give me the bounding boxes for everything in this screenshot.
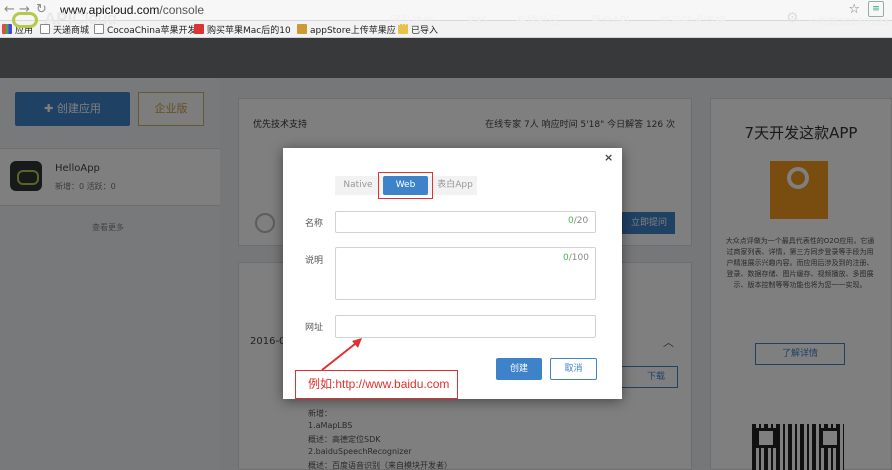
close-icon[interactable]: ×: [604, 151, 613, 164]
bookmarks-bar: 应用 天递商城 CocoaChina苹果开发 购买苹果Mac后的10 appSt…: [0, 21, 892, 38]
description-char-counter: 0/100: [563, 253, 589, 263]
browser-url-bar: ← → ↻ www.apicloud.com/console ☆ ≡: [0, 0, 892, 21]
url-example-hint: 例如:http://www.baidu.com: [295, 370, 458, 399]
nav-priority-support[interactable]: 优先技术支持: [660, 12, 726, 28]
bookmark-item[interactable]: 购买苹果Mac后的10: [194, 23, 291, 36]
description-field[interactable]: [335, 247, 596, 300]
nav-community[interactable]: 在线社区: [516, 12, 560, 28]
site-favicon-icon: [194, 24, 204, 34]
annotation-arrow-icon: [321, 338, 362, 371]
url-field[interactable]: [335, 315, 596, 338]
nav-docs[interactable]: 文档: [465, 12, 487, 28]
apps-grid-icon: [2, 24, 12, 34]
description-label: 说明: [305, 256, 324, 266]
apicloud-logo-icon: [12, 12, 38, 28]
brand-logo[interactable]: APICloud: [44, 9, 117, 29]
gear-icon[interactable]: ⚙: [786, 10, 799, 26]
cancel-button[interactable]: 取消: [550, 358, 597, 380]
name-char-counter: 0/20: [568, 216, 589, 226]
site-favicon-icon: [297, 24, 307, 34]
tab-confession-app[interactable]: 表白App: [434, 176, 476, 195]
user-menu[interactable]: 小蚂蚁20160723: [808, 13, 889, 28]
bookmark-item[interactable]: appStore上传苹果应: [297, 23, 396, 36]
tab-native[interactable]: Native: [339, 176, 377, 195]
url-label: 网址: [305, 323, 324, 333]
highlight-outline: [378, 172, 433, 199]
name-field[interactable]: [335, 211, 596, 233]
nav-aggregate-api[interactable]: 聚合API: [590, 12, 629, 28]
name-label: 名称: [305, 219, 324, 229]
create-button[interactable]: 创建: [496, 358, 542, 380]
nav-team[interactable]: 团队协作: [390, 12, 434, 28]
